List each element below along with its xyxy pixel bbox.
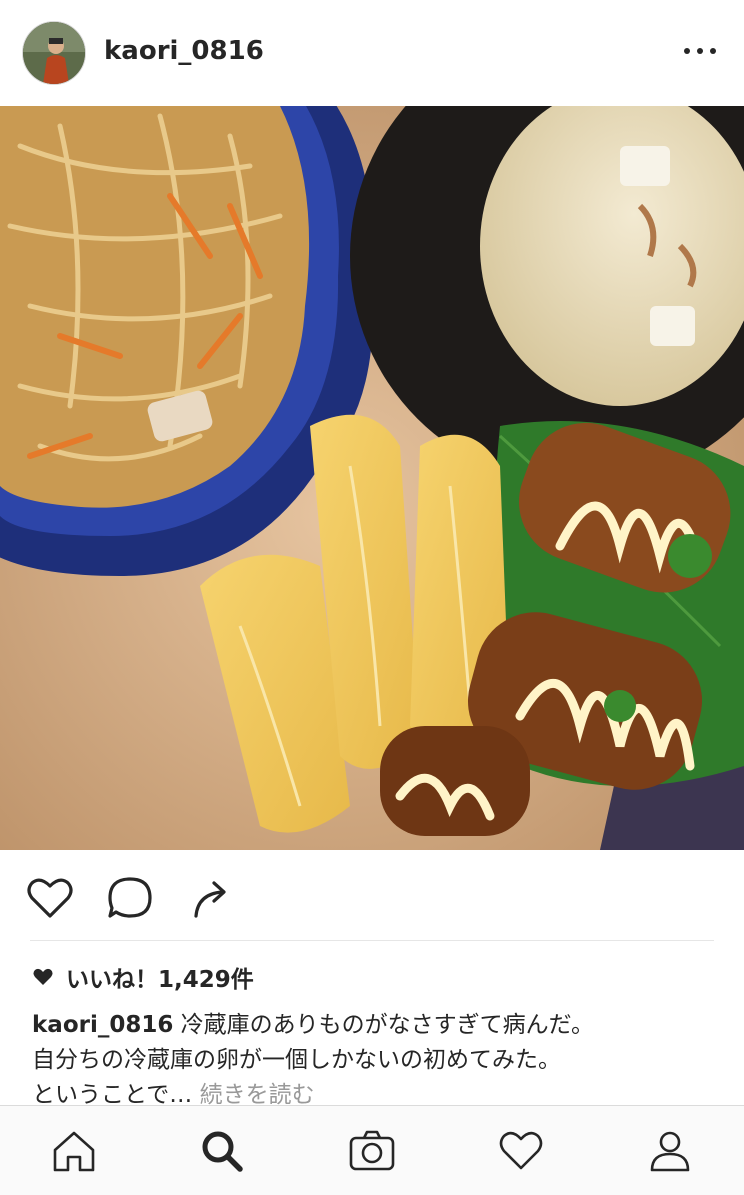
caption-line-1: 冷蔵庫のありものがなさすぎて病んだ。 bbox=[180, 1012, 594, 1038]
activity-heart-icon[interactable] bbox=[496, 1126, 546, 1176]
heart-filled-icon bbox=[33, 968, 53, 985]
post-username[interactable]: kaori_0816 bbox=[104, 36, 264, 66]
home-icon[interactable] bbox=[49, 1126, 99, 1176]
person-icon[interactable] bbox=[645, 1126, 695, 1176]
caption-username[interactable]: kaori_0816 bbox=[32, 1012, 173, 1038]
divider bbox=[30, 940, 714, 941]
bottom-nav bbox=[0, 1105, 744, 1195]
post-header: kaori_0816 bbox=[0, 0, 744, 106]
heart-outline-icon[interactable] bbox=[24, 872, 76, 924]
camera-icon[interactable] bbox=[347, 1126, 397, 1176]
post-photo[interactable] bbox=[0, 106, 744, 850]
action-bar bbox=[0, 850, 744, 946]
share-arrow-icon[interactable] bbox=[186, 872, 238, 924]
likes-count[interactable]: いいね！1,429件 bbox=[32, 962, 254, 993]
caption: kaori_0816 冷蔵庫のありものがなさすぎて病んだ。 自分ちの冷蔵庫の卵が… bbox=[32, 1008, 722, 1113]
likes-label: いいね！1,429件 bbox=[66, 967, 254, 993]
avatar[interactable] bbox=[22, 21, 86, 85]
more-options-icon[interactable] bbox=[684, 38, 716, 64]
comment-bubble-icon[interactable] bbox=[104, 872, 156, 924]
search-icon[interactable] bbox=[197, 1126, 247, 1176]
caption-line-2: 自分ちの冷蔵庫の卵が一個しかないの初めてみた。 bbox=[32, 1047, 561, 1073]
